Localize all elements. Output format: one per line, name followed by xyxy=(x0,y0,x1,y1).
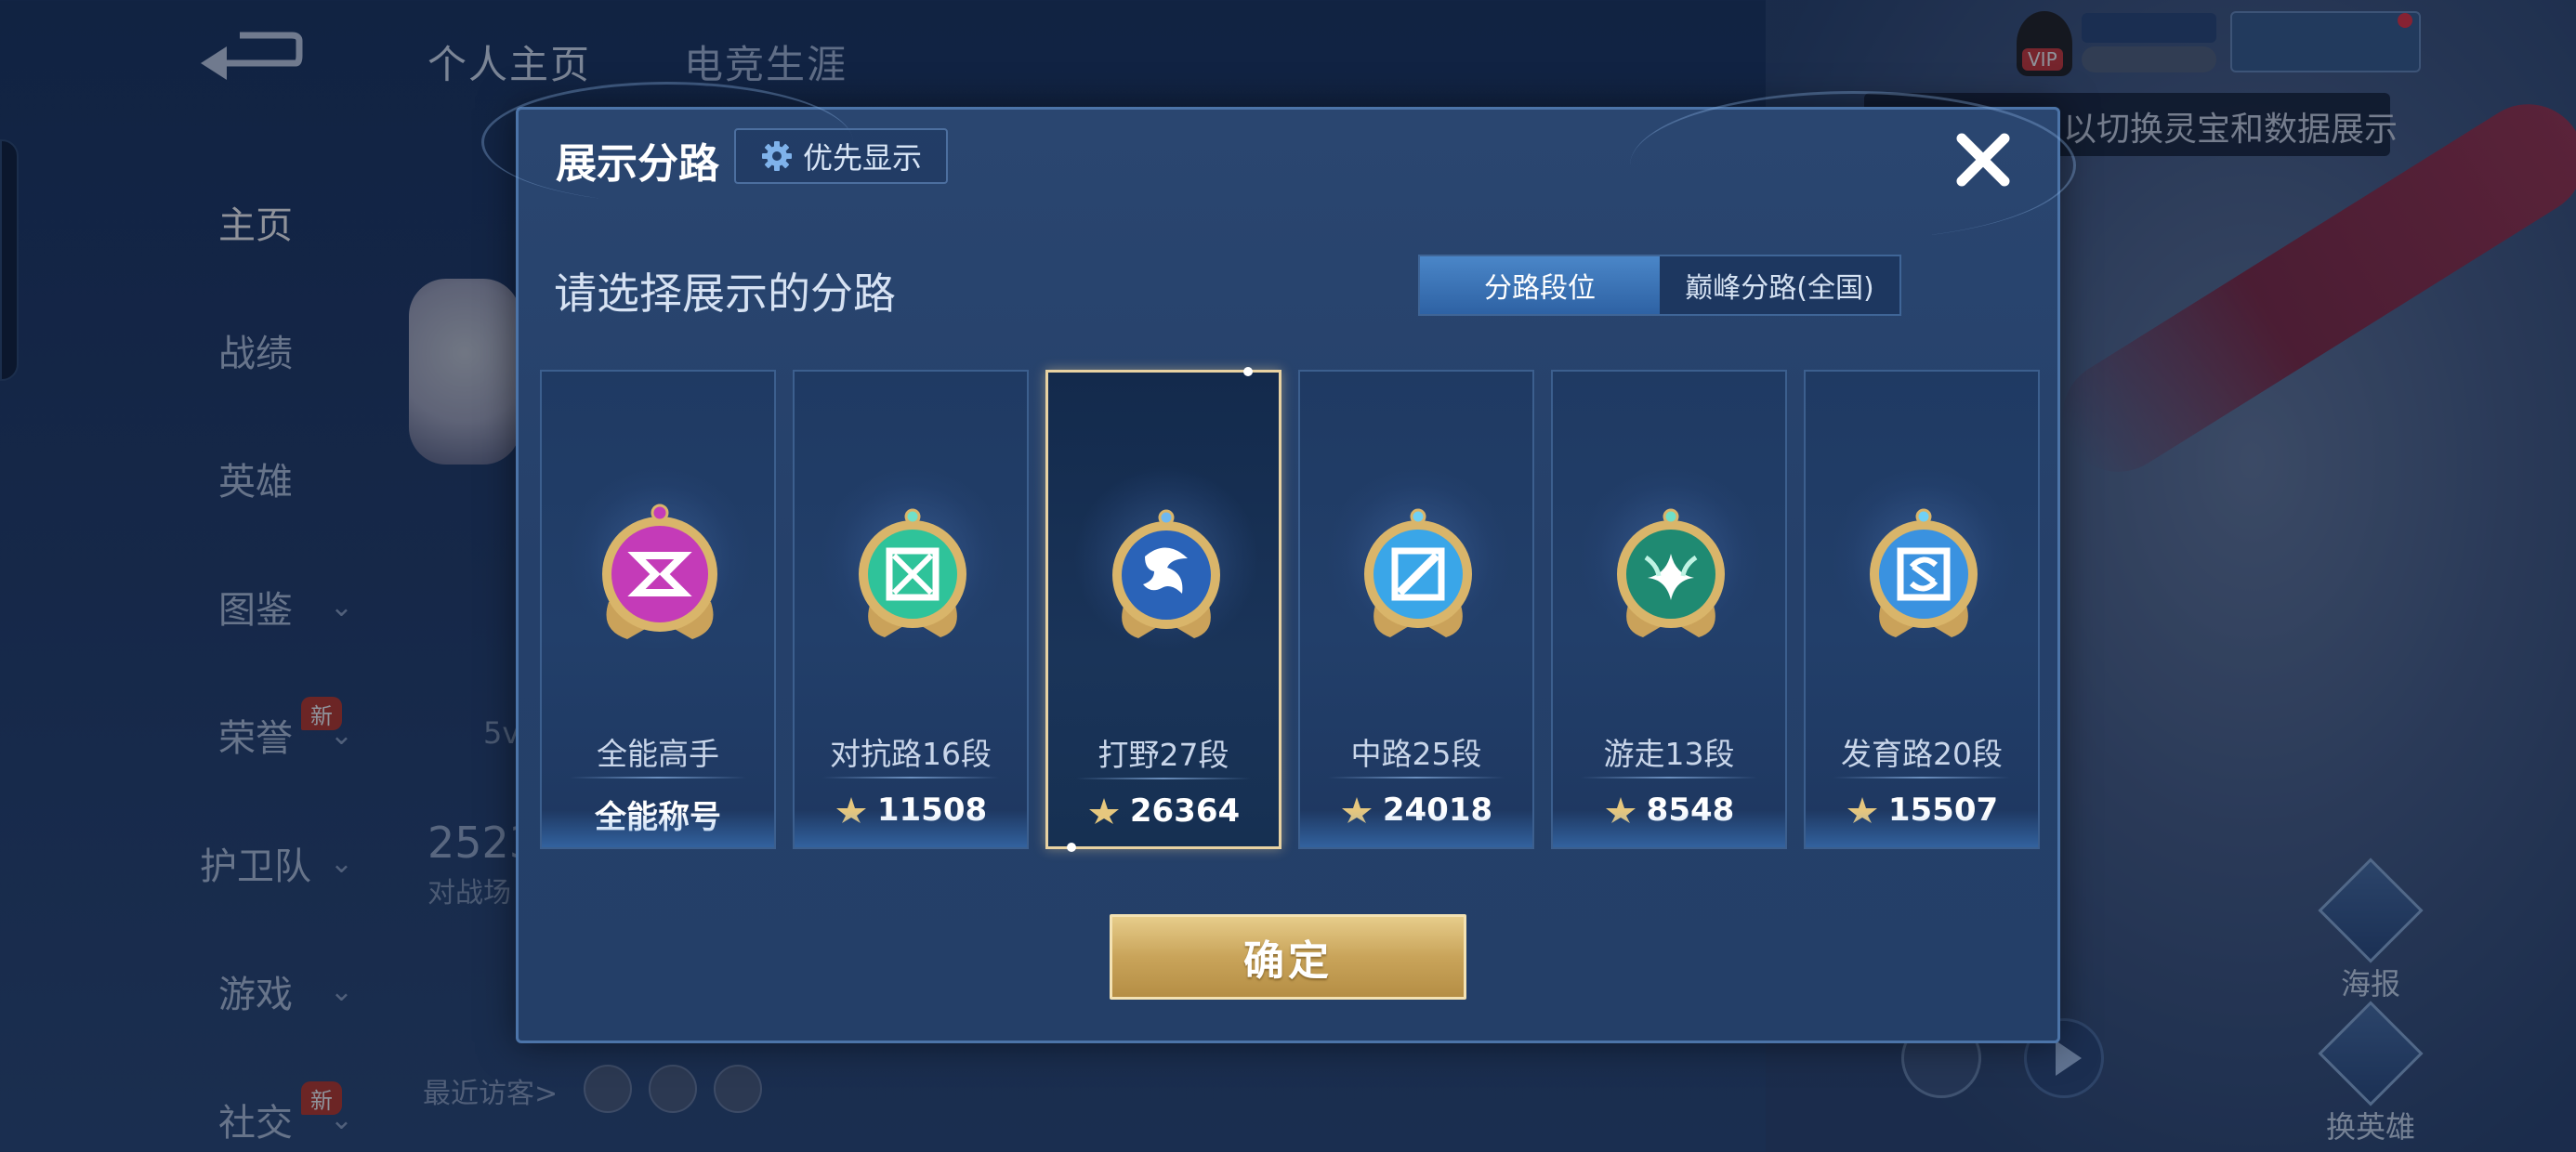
corner-dot xyxy=(1243,367,1253,376)
divider xyxy=(1328,777,1505,779)
lane-card-list: 全能高手 全能称号 对抗路16段 xyxy=(540,367,2040,852)
mid-lane-emblem-icon xyxy=(1364,508,1472,637)
lane-name: 中路25段 xyxy=(1350,736,1482,772)
toggle-lane-rank[interactable]: 分路段位 xyxy=(1420,256,1660,314)
jungle-emblem-icon xyxy=(1112,509,1220,638)
lane-name: 打野27段 xyxy=(1097,737,1229,773)
close-button[interactable] xyxy=(1948,124,2018,195)
lane-card-jungle[interactable]: 打野27段 26364 xyxy=(1045,367,1281,852)
close-icon xyxy=(1956,133,2010,187)
priority-display-label: 优先显示 xyxy=(802,140,922,176)
card-bottom-glow xyxy=(1300,810,1532,847)
priority-display-button[interactable]: 优先显示 xyxy=(734,128,948,184)
lane-score: 26364 xyxy=(1129,792,1241,830)
confirm-button[interactable]: 确定 xyxy=(1110,914,1466,1000)
divider xyxy=(1833,777,2010,779)
lane-name: 对抗路16段 xyxy=(830,736,992,772)
modal-subtitle: 请选择展示的分路 xyxy=(554,268,896,319)
divider xyxy=(1581,777,1757,779)
all-round-emblem-icon xyxy=(602,504,717,639)
card-bottom-glow xyxy=(1553,810,1785,847)
lane-name: 游走13段 xyxy=(1603,736,1735,772)
card-bottom-glow xyxy=(542,810,774,847)
divider xyxy=(822,777,999,779)
card-bottom-glow xyxy=(795,810,1027,847)
toggle-peak-lane-national[interactable]: 巅峰分路(全国) xyxy=(1660,256,1899,314)
lane-card-farm[interactable]: 发育路20段 15507 xyxy=(1804,370,2040,849)
card-bottom-glow xyxy=(1806,810,2038,847)
lane-card-all-round[interactable]: 全能高手 全能称号 xyxy=(540,370,776,849)
lane-display-modal: 展示分路 优先显示 请选择展示的分路 分路段位 巅峰分路(全国) 全能高手 对抗… xyxy=(481,82,2076,1043)
corner-dot xyxy=(1067,843,1076,852)
lane-name: 发育路20段 xyxy=(1841,736,2003,772)
gear-icon xyxy=(761,141,792,171)
lane-card-roam[interactable]: 游走13段 8548 xyxy=(1551,370,1787,849)
roam-emblem-icon xyxy=(1617,508,1725,637)
divider xyxy=(1076,778,1251,779)
peak-score-icon xyxy=(1088,798,1119,824)
lane-card-clash[interactable]: 对抗路16段 11508 xyxy=(793,370,1029,849)
lane-mode-toggle: 分路段位 巅峰分路(全国) xyxy=(1418,255,1901,316)
farm-lane-emblem-icon xyxy=(1870,508,1978,637)
score-row: 26364 xyxy=(1048,792,1279,830)
clash-lane-emblem-icon xyxy=(859,508,966,637)
lane-card-mid[interactable]: 中路25段 24018 xyxy=(1298,370,1534,849)
modal-title: 展示分路 xyxy=(556,140,719,188)
divider xyxy=(570,777,746,779)
lane-name: 全能高手 xyxy=(597,736,719,772)
